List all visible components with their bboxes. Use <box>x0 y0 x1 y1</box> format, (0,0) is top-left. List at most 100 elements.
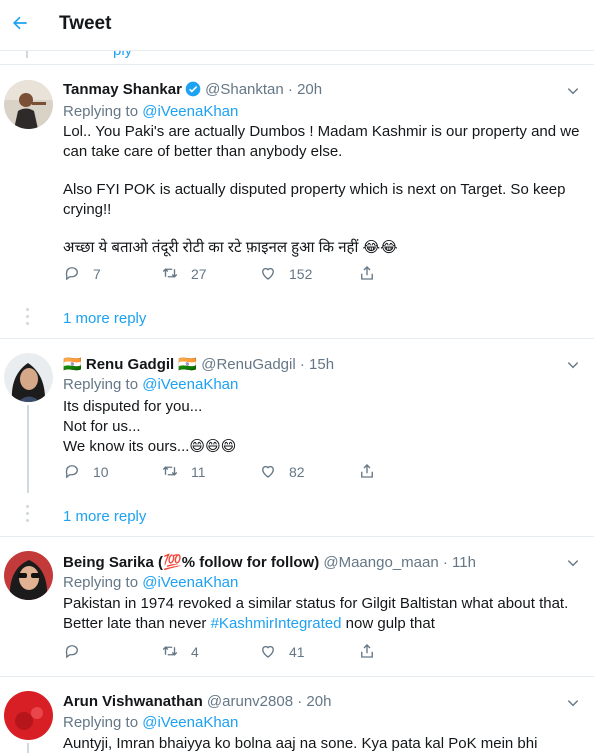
replying-label: Replying to <box>63 103 139 120</box>
share-icon <box>358 462 376 483</box>
reply-button[interactable]: 7 <box>63 263 101 285</box>
replying-to: Replying to @iVeenaKhan <box>63 574 238 591</box>
tweet-text: Lol.. You Paki's are actually Dumbos ! M… <box>63 122 588 258</box>
tweet-card[interactable]: Arun Vishwanathan @arunv2808 · 20h Reply… <box>0 677 594 753</box>
hashtag-link[interactable]: #KashmirIntegrated <box>211 615 342 632</box>
avatar[interactable] <box>4 80 53 129</box>
tweet-actions: 4 41 <box>63 641 403 663</box>
mention-link[interactable]: @iVeenaKhan <box>142 574 238 591</box>
display-name-flag-prefix: 🇮🇳 <box>63 356 82 373</box>
chevron-down-icon[interactable] <box>566 358 580 372</box>
handle[interactable]: @Maango_maan <box>323 554 438 571</box>
thread-connector <box>26 308 30 329</box>
tweet-header: 🇮🇳 Renu Gadgil 🇮🇳 @RenuGadgil · 15h <box>63 355 334 373</box>
reply-icon <box>63 264 81 285</box>
tweet-paragraph: Lol.. You Paki's are actually Dumbos ! M… <box>63 123 580 160</box>
chevron-down-icon[interactable] <box>566 696 580 710</box>
tweet-paragraph: Also FYI POK is actually disputed proper… <box>63 181 566 218</box>
reply-count: 10 <box>93 464 109 480</box>
retweet-icon <box>161 642 179 663</box>
tweet-actions: 10 11 82 <box>63 461 403 483</box>
retweet-count: 4 <box>191 644 199 660</box>
replying-to: Replying to @iVeenaKhan <box>63 376 238 393</box>
tweet-text: Pakistan in 1974 revoked a similar statu… <box>63 594 588 634</box>
display-name[interactable]: Arun Vishwanathan <box>63 693 203 710</box>
page-title: Tweet <box>59 13 112 34</box>
share-button[interactable] <box>358 263 376 285</box>
replying-to: Replying to @iVeenaKhan <box>63 103 238 120</box>
tweet-paragraph: Pakistan in 1974 revoked a similar statu… <box>63 594 588 634</box>
tweet-paragraph: Not for us... <box>63 418 141 435</box>
timestamp[interactable]: 20h <box>306 693 331 710</box>
like-count: 82 <box>289 464 305 480</box>
top-bar: Tweet <box>0 0 594 51</box>
replying-to: Replying to @iVeenaKhan <box>63 714 238 731</box>
handle[interactable]: @RenuGadgil <box>201 356 295 373</box>
chevron-down-icon[interactable] <box>566 84 580 98</box>
reply-icon <box>63 462 81 483</box>
retweet-count: 11 <box>191 464 206 480</box>
retweet-icon <box>161 264 179 285</box>
tweet-card[interactable]: Tanmay Shankar @Shanktan · 20h Replying … <box>0 65 594 339</box>
share-button[interactable] <box>358 461 376 483</box>
display-name-flag-suffix: 🇮🇳 <box>178 356 198 373</box>
retweet-count: 27 <box>191 266 207 282</box>
avatar[interactable] <box>4 353 53 402</box>
heart-icon <box>259 642 277 663</box>
replying-label: Replying to <box>63 574 139 591</box>
share-icon <box>358 642 376 663</box>
verified-badge-icon <box>185 81 201 101</box>
reply-button[interactable]: 10 <box>63 461 109 483</box>
handle[interactable]: @arunv2808 <box>207 693 293 710</box>
more-replies-link[interactable]: 1 more reply <box>63 310 146 327</box>
more-replies-link[interactable]: 1 more reply <box>63 508 146 525</box>
retweet-button[interactable]: 11 <box>161 461 206 483</box>
thread-line <box>27 743 29 753</box>
tweet-text-after-hashtag: now gulp that <box>341 615 435 632</box>
like-count: 152 <box>289 266 313 282</box>
previous-tweet-fragment: ply <box>0 42 594 65</box>
like-button[interactable]: 82 <box>259 461 305 483</box>
timestamp[interactable]: 20h <box>297 81 322 98</box>
tweet-paragraph: अच्छा ये बताओ तंदूरी रोटी का रटे फ़ाइनल … <box>63 239 398 256</box>
display-name[interactable]: Renu Gadgil <box>86 356 174 373</box>
share-icon <box>358 264 376 285</box>
like-button[interactable]: 152 <box>259 263 312 285</box>
display-name[interactable]: Tanmay Shankar <box>63 81 182 98</box>
tweet-paragraph: We know its ours...😄😄😄 <box>63 438 237 455</box>
like-count: 41 <box>289 644 305 660</box>
separator: · <box>442 554 448 571</box>
share-button[interactable] <box>358 641 376 663</box>
replying-label: Replying to <box>63 714 139 731</box>
handle[interactable]: @Shanktan <box>205 81 284 98</box>
tweet-paragraph: Its disputed for you... <box>63 398 203 415</box>
reply-icon <box>63 642 81 663</box>
mention-link[interactable]: @iVeenaKhan <box>142 103 238 120</box>
separator: · <box>299 356 305 373</box>
heart-icon <box>259 264 277 285</box>
tweet-card[interactable]: Being Sarika (💯% follow for follow) @Maa… <box>0 537 594 677</box>
retweet-button[interactable]: 27 <box>161 263 207 285</box>
avatar[interactable] <box>4 551 53 600</box>
tweet-header: Being Sarika (💯% follow for follow) @Maa… <box>63 553 476 571</box>
heart-icon <box>259 462 277 483</box>
like-button[interactable]: 41 <box>259 641 305 663</box>
tweet-actions: 7 27 152 <box>63 263 403 285</box>
tweet-card[interactable]: 🇮🇳 Renu Gadgil 🇮🇳 @RenuGadgil · 15h Repl… <box>0 339 594 537</box>
retweet-button[interactable]: 4 <box>161 641 199 663</box>
tweet-header: Arun Vishwanathan @arunv2808 · 20h <box>63 693 331 710</box>
timestamp[interactable]: 15h <box>309 356 334 373</box>
tweet-text: Its disputed for you... Not for us... We… <box>63 397 588 457</box>
display-name[interactable]: Being Sarika (💯% follow for follow) <box>63 554 319 571</box>
separator: · <box>287 81 293 98</box>
back-arrow-icon[interactable] <box>10 13 30 33</box>
mention-link[interactable]: @iVeenaKhan <box>142 376 238 393</box>
avatar[interactable] <box>4 691 53 740</box>
retweet-icon <box>161 462 179 483</box>
reply-count: 7 <box>93 266 101 282</box>
mention-link[interactable]: @iVeenaKhan <box>142 714 238 731</box>
timestamp[interactable]: 11h <box>452 554 476 571</box>
chevron-down-icon[interactable] <box>566 556 580 570</box>
separator: · <box>297 693 303 710</box>
reply-button[interactable] <box>63 641 93 663</box>
